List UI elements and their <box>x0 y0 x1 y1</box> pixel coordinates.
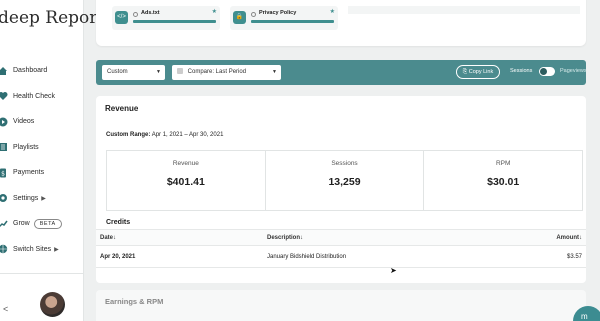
metric-revenue: Revenue $401.41 <box>107 151 266 210</box>
heart-icon <box>0 92 8 101</box>
sort-icon: ↓ <box>300 235 304 241</box>
code-icon: </> <box>115 11 128 24</box>
chevron-down-icon: ▼ <box>272 69 277 75</box>
sidebar-item-playlists[interactable]: Playlists <box>0 135 84 161</box>
metric-label: RPM <box>495 160 511 167</box>
tool-ads-txt[interactable]: </> Ads.txt ★ <box>112 6 220 30</box>
credits-table-header: Date↓ Description↓ Amount↓ <box>96 229 586 246</box>
chevron-down-icon: ▼ <box>156 69 161 75</box>
sidebar-item-label: Videos <box>13 118 35 126</box>
play-icon <box>0 117 8 127</box>
grow-icon <box>0 220 8 227</box>
sidebar-item-label: Health Check <box>13 92 56 100</box>
sidebar-nav: Dashboard Health Check Videos Playlists … <box>0 58 84 262</box>
sidebar-item-label: Dashboard <box>13 67 48 75</box>
range-select-value: Custom <box>107 69 128 75</box>
tool-placeholder <box>348 6 580 14</box>
tools-card: </> Ads.txt ★ 🔒 Privacy Policy ★ <box>96 0 586 46</box>
sort-icon: ↓ <box>113 235 117 241</box>
mouse-cursor-icon: ➤ <box>390 266 397 275</box>
app-title: deep Report <box>0 8 105 28</box>
sidebar-item-videos[interactable]: Videos <box>0 109 84 135</box>
chevron-right-icon: ▶ <box>54 246 59 253</box>
sidebar-item-payments[interactable]: $ Payments <box>0 160 84 186</box>
star-icon[interactable]: ★ <box>330 8 335 15</box>
tool-privacy-policy[interactable]: 🔒 Privacy Policy ★ <box>230 6 338 30</box>
metric-value: $401.41 <box>166 176 205 188</box>
table-row[interactable]: Apr 20, 2021 January Bidshield Distribut… <box>96 246 586 268</box>
sidebar-item-label: Payments <box>13 169 45 177</box>
metric-label: Sessions <box>331 160 358 167</box>
home-icon <box>0 66 7 75</box>
sidebar-item-grow[interactable]: Grow BETA <box>0 211 84 237</box>
custom-range: Custom Range: Apr 1, 2021 – Apr 30, 2021 <box>106 132 223 138</box>
globe-icon <box>0 245 8 254</box>
sidebar-item-dashboard[interactable]: Dashboard <box>0 58 84 84</box>
credits-title: Credits <box>106 219 131 226</box>
collapse-sidebar-icon[interactable]: < <box>3 304 8 314</box>
column-header-date[interactable]: Date↓ <box>100 235 116 241</box>
sidebar-item-label: Settings <box>13 194 39 202</box>
compare-select[interactable]: Compare: Last Period ▼ <box>172 65 281 80</box>
svg-text:$: $ <box>1 170 5 177</box>
copy-link-label: Copy Link <box>468 69 494 75</box>
toggle-label-sessions: Sessions <box>510 68 533 74</box>
sidebar-item-settings[interactable]: Settings ▶ <box>0 186 84 212</box>
metric-sessions: Sessions 13,259 <box>266 151 425 210</box>
sidebar-item-label: Switch Sites <box>13 245 52 253</box>
beta-badge: BETA <box>33 218 62 229</box>
range-select[interactable]: Custom ▼ <box>102 65 165 80</box>
info-icon[interactable] <box>251 12 256 17</box>
star-icon[interactable]: ★ <box>212 8 217 15</box>
tool-name: Ads.txt <box>141 10 160 16</box>
cell-description: January Bidshield Distribution <box>267 254 347 260</box>
earnings-card: Earnings & RPM <box>96 290 586 321</box>
tool-name: Privacy Policy <box>259 10 297 16</box>
checkbox-icon <box>177 68 183 74</box>
sidebar-item-label: Playlists <box>13 143 39 151</box>
sidebar-item-health-check[interactable]: Health Check <box>0 84 84 110</box>
tool-progress-bar <box>133 20 216 23</box>
sessions-pageviews-toggle[interactable] <box>539 67 555 76</box>
gear-icon <box>0 194 7 203</box>
range-label: Custom Range: <box>106 132 151 138</box>
range-value: Apr 1, 2021 – Apr 30, 2021 <box>151 132 224 138</box>
revenue-card: Revenue Custom Range: Apr 1, 2021 – Apr … <box>96 96 586 283</box>
metric-label: Revenue <box>172 160 199 167</box>
cell-amount: $3.57 <box>566 254 582 260</box>
cell-date: Apr 20, 2021 <box>100 254 136 260</box>
dollar-icon: $ <box>0 168 6 178</box>
column-header-amount[interactable]: Amount↓ <box>556 235 582 241</box>
sort-icon: ↓ <box>579 235 582 241</box>
lock-icon: 🔒 <box>233 11 246 24</box>
sidebar-item-switch-sites[interactable]: Switch Sites ▶ <box>0 237 84 263</box>
avatar[interactable] <box>40 292 65 317</box>
info-icon[interactable] <box>133 12 138 17</box>
compare-select-value: Compare: Last Period <box>187 69 247 75</box>
metric-value: $30.01 <box>487 176 520 188</box>
sidebar-item-label: Grow <box>13 220 30 228</box>
metric-value: 13,259 <box>328 176 361 188</box>
earnings-title: Earnings & RPM <box>105 297 164 306</box>
list-icon <box>0 143 7 152</box>
sidebar: deep Report Dashboard Health Check Video… <box>0 0 104 321</box>
chevron-right-icon: ▶ <box>41 195 46 202</box>
filter-bar: Custom ▼ Compare: Last Period ▼ ⎘ Copy L… <box>96 60 587 85</box>
column-header-description[interactable]: Description↓ <box>267 235 303 241</box>
tool-progress-bar <box>251 20 334 23</box>
metric-rpm: RPM $30.01 <box>424 151 582 210</box>
copy-link-button[interactable]: ⎘ Copy Link <box>456 65 500 79</box>
sidebar-footer: < <box>0 273 84 321</box>
revenue-title: Revenue <box>105 104 139 113</box>
toggle-label-pageviews: Pageviews <box>560 68 587 74</box>
metrics-row: Revenue $401.41 Sessions 13,259 RPM $30.… <box>106 150 583 211</box>
